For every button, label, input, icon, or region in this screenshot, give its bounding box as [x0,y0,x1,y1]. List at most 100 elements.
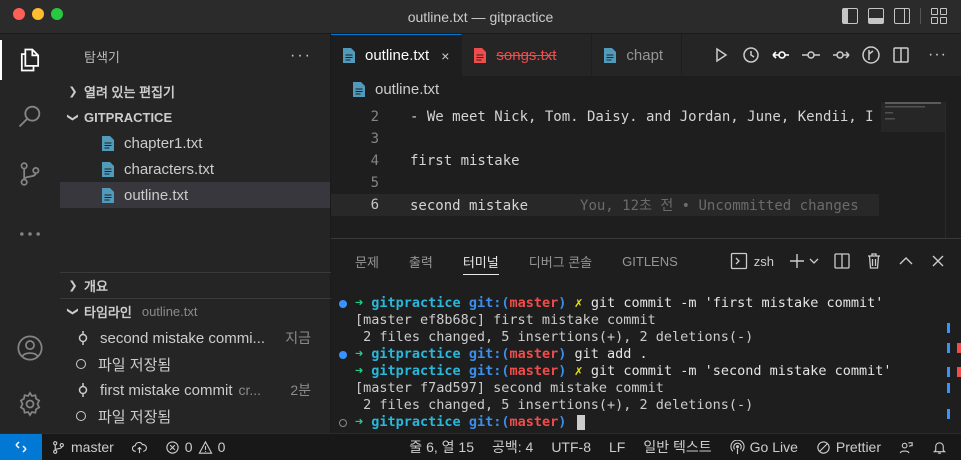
commit-graph-icon[interactable] [801,45,821,65]
outline-section[interactable]: ❯ 개요 [60,272,331,298]
broadcast-icon [730,439,745,454]
close-panel-icon[interactable] [929,252,947,270]
encoding[interactable]: UTF-8 [542,439,600,455]
prompt-branch: master [509,295,559,311]
indentation[interactable]: 공백: 4 [483,437,542,457]
file-item-characters[interactable]: characters.txt [60,156,330,182]
timeline-item-label: 파일 저장됨 [98,356,172,374]
timeline-item-commit[interactable]: second mistake commi... 지금 [60,325,331,351]
split-editor-icon[interactable] [891,45,911,65]
explorer-more-actions-button[interactable]: ··· [290,47,312,65]
text-editor[interactable]: 2 - We meet Nick, Tom. Daisy. and Jordan… [331,102,961,238]
editor-line: 5 [331,172,879,194]
toggle-primary-sidebar-icon[interactable] [842,8,858,24]
prompt-git: git:( [468,295,510,311]
terminal-output[interactable]: ➜ gitpractice git:(master) ✗ git commit … [339,295,939,431]
timeline-label: 타임라인 [84,304,132,320]
open-editors-label: 열려 있는 편집기 [84,84,175,100]
feedback-button[interactable] [890,440,923,455]
project-label: GITPRACTICE [84,109,173,125]
chevron-down-icon: ❯ [66,306,79,316]
editor-tabs: outline.txt × songs.txt chapt ··· [331,34,961,76]
tab-songs[interactable]: songs.txt [462,34,593,76]
notifications-button[interactable] [923,440,961,455]
timeline-item-label: 파일 저장됨 [98,408,172,426]
gitlens-icon[interactable] [861,45,881,65]
project-section[interactable]: ❯ GITPRACTICE [60,104,330,130]
next-revision-icon[interactable] [831,45,851,65]
timeline-item-label: second mistake commi... [100,329,266,347]
text-file-icon [604,47,617,63]
previous-revision-icon[interactable] [771,45,791,65]
sync-changes-button[interactable] [123,440,156,455]
timeline-item-save[interactable]: 파일 저장됨 [60,403,331,429]
prompt-git-close: ) [558,414,567,430]
close-tab-icon[interactable]: × [441,48,449,64]
file-item-outline[interactable]: outline.txt [60,182,330,208]
timeline-item-label: first mistake commit [100,381,233,399]
problems-status[interactable]: 0 0 [156,439,235,455]
git-branch-icon [53,440,64,454]
toggle-secondary-sidebar-icon[interactable] [894,8,910,24]
terminal-shell-selector[interactable]: zsh [730,252,774,270]
settings-gear-icon[interactable] [0,380,60,428]
panel-tab-output[interactable]: 출력 [409,239,433,283]
text-file-icon [102,161,114,177]
more-actions-icon[interactable]: ··· [928,46,947,64]
split-terminal-icon[interactable] [833,252,851,270]
outline-label: 개요 [84,278,108,294]
toggle-panel-icon[interactable] [868,8,884,24]
text-file-icon [343,48,355,63]
source-control-icon[interactable] [0,150,60,198]
go-live-button[interactable]: Go Live [721,439,807,455]
account-icon[interactable] [0,324,60,372]
search-icon[interactable] [0,92,60,140]
open-editors-section[interactable]: ❯ 열려 있는 편집기 [60,78,330,104]
title-bar: outline.txt — gitpractice [0,0,961,34]
more-views-icon[interactable] [0,210,60,258]
timeline-section[interactable]: ❯ 타임라인 outline.txt [60,298,331,324]
breadcrumb[interactable]: outline.txt [331,76,961,102]
prompt-dir: gitpractice [371,346,461,362]
output-text: [master ef8b68c] first mistake commit [355,312,656,328]
trash-icon[interactable] [865,252,883,270]
timeline-item-time: 2분 [290,382,311,398]
language-mode[interactable]: 일반 텍스트 [634,437,720,457]
tab-outline[interactable]: outline.txt × [331,34,463,76]
terminal-output-line: [master f7ad597] second mistake commit [339,380,939,397]
run-play-icon[interactable] [711,45,731,65]
git-branch-status[interactable]: master [42,439,123,455]
history-icon[interactable] [741,45,761,65]
customize-layout-icon[interactable] [931,8,947,24]
minimap[interactable] [881,102,945,238]
editor-scrollbar[interactable] [945,102,961,238]
explorer-icon[interactable] [0,36,60,84]
text-file-icon [474,47,487,63]
end-of-line[interactable]: LF [600,439,634,455]
tab-chapter[interactable]: chapt [592,34,683,76]
new-terminal-button[interactable] [788,252,819,270]
line-text: second mistake You, 12초 전 • Uncommitted c… [410,195,859,215]
panel-tab-terminal[interactable]: 터미널 [462,239,499,283]
prompt-arrow: ➜ [355,295,364,311]
layout-separator [920,8,921,24]
text-file-icon [102,135,114,151]
terminal-scrollbar[interactable] [947,283,961,433]
file-item-chapter1[interactable]: chapter1.txt [60,130,330,156]
line-number: 5 [370,175,379,191]
maximize-panel-icon[interactable] [897,252,915,270]
panel-tab-problems[interactable]: 문제 [355,239,379,283]
timeline-item-commit[interactable]: first mistake commit cr... 2분 [60,377,331,403]
terminal-output-line: 2 files changed, 5 insertions(+), 2 dele… [339,397,939,414]
go-live-label: Go Live [749,439,798,455]
terminal-prompt-line: ➜ gitpractice git:(master) [339,414,939,431]
panel-tab-gitlens[interactable]: GITLENS [622,239,678,283]
remote-indicator[interactable] [0,433,42,460]
prettier-status[interactable]: Prettier [807,439,890,455]
feedback-person-icon [899,441,913,453]
chevron-down-icon: ❯ [66,112,79,122]
cursor-position[interactable]: 줄 6, 열 15 [400,437,483,457]
panel-tab-debug-console[interactable]: 디버그 콘솔 [529,239,592,283]
timeline-item-save[interactable]: 파일 저장됨 [60,351,331,377]
prompt-dir: gitpractice [371,363,461,379]
